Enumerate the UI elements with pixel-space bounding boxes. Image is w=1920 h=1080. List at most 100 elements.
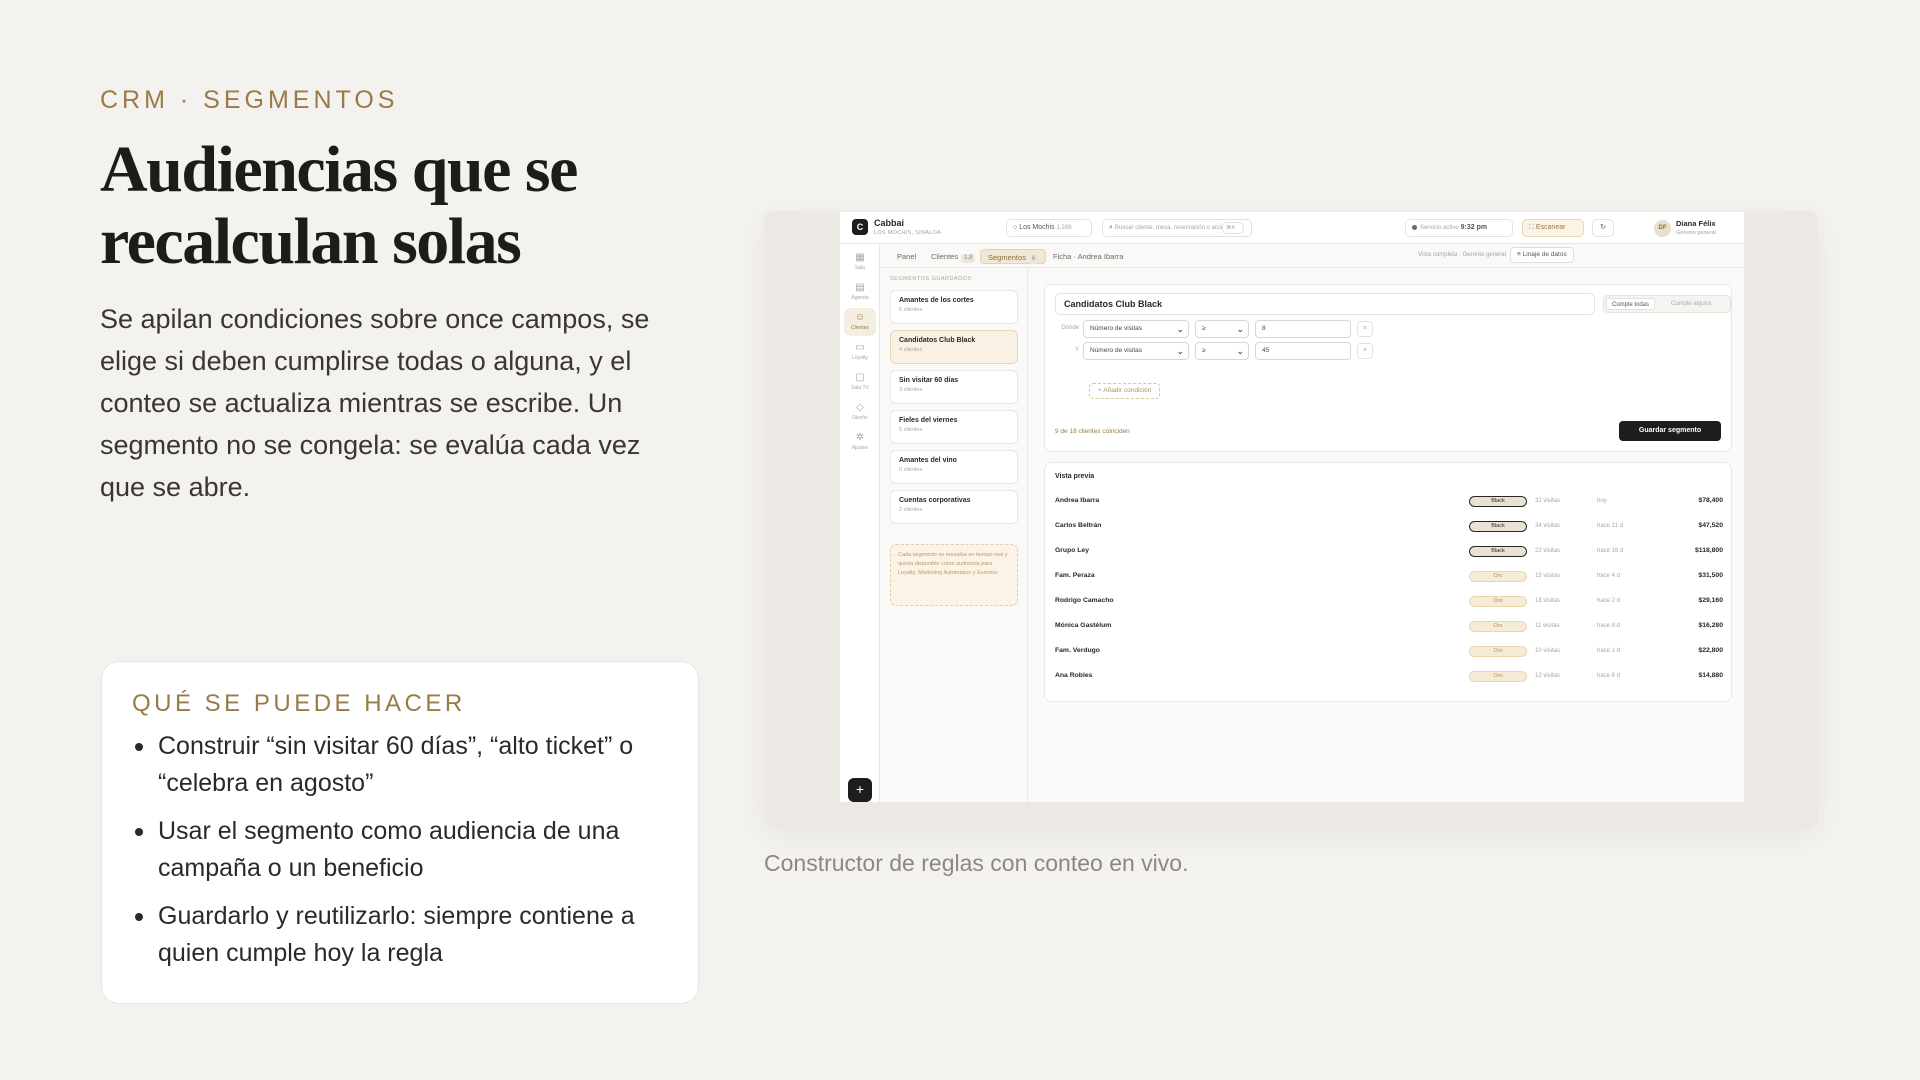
table-row[interactable]: Andrea Ibarra Black 32 visitas hoy $78,4… xyxy=(1055,491,1723,511)
visit-count: 11 visitas xyxy=(1535,623,1560,629)
lineage-icon: ≡ xyxy=(1517,251,1521,258)
last-visit: hace 11 d xyxy=(1597,523,1623,529)
rail-item-sala[interactable]: ▦ Sala xyxy=(844,248,876,276)
lineage-label: Linaje de datos xyxy=(1522,251,1567,258)
tier-badge: Oro xyxy=(1469,571,1527,582)
value-input[interactable]: 8 xyxy=(1255,320,1351,338)
service-status: Servicio activo 9:32 pm xyxy=(1405,219,1513,237)
preview-title: Vista previa xyxy=(1055,473,1095,480)
monitor-icon: ▢ xyxy=(855,372,865,383)
visit-count: 22 visitas xyxy=(1535,548,1561,554)
field-value: Número de visitas xyxy=(1090,347,1143,354)
tab-clientes[interactable]: Clientes 1,8 xyxy=(924,249,982,264)
tier-badge: Oro xyxy=(1469,671,1527,682)
scan-button[interactable]: ⛶ Escanear xyxy=(1522,219,1584,237)
table-row[interactable]: Fam. Verdugo Oro 10 visitas hace 1 d $22… xyxy=(1055,641,1723,661)
rail-label: Ajustes xyxy=(851,445,869,451)
list-item: Guardarlo y reutilizarlo: siempre contie… xyxy=(132,898,668,972)
tier-badge: Oro xyxy=(1469,596,1527,607)
nav-rail: ▦ Sala ▤ Agenda ☺ Clientes ▭ Loyalty ▢ S… xyxy=(840,244,880,802)
location-selector[interactable]: ○ Los Mochis 1,289 xyxy=(1006,219,1092,237)
segment-name: Candidatos Club Black xyxy=(899,337,976,344)
operator-select[interactable]: ≥ ⌄ xyxy=(1195,320,1249,338)
spend-amount: $47,520 xyxy=(1698,522,1723,529)
screenshot-caption: Constructor de reglas con conteo en vivo… xyxy=(764,850,1189,876)
table-row[interactable]: Fam. Peraza Oro 15 visitas hace 4 d $31,… xyxy=(1055,566,1723,586)
condition-label: Donde xyxy=(1061,325,1079,331)
segment-item[interactable]: Amantes de los cortes 6 clientes xyxy=(890,290,1018,324)
app-logo[interactable]: C xyxy=(852,219,868,235)
visit-count: 10 visitas xyxy=(1535,648,1561,654)
rail-label: Loyalty xyxy=(852,355,868,361)
close-icon: × xyxy=(1362,325,1368,332)
avatar[interactable]: DF xyxy=(1654,220,1671,237)
add-button[interactable]: + xyxy=(848,778,872,802)
segment-item[interactable]: Sin visitar 60 días 3 clientes xyxy=(890,370,1018,404)
segment-item[interactable]: Cuentas corporativas 2 clientes xyxy=(890,490,1018,524)
match-all-option[interactable]: Cumple todas xyxy=(1606,298,1656,310)
table-row[interactable]: Mónica Gastélum Oro 11 visitas hace 8 d … xyxy=(1055,616,1723,636)
remove-condition-button[interactable]: × xyxy=(1357,321,1373,337)
segment-item[interactable]: Fieles del viernes 5 clientes xyxy=(890,410,1018,444)
user-role: Gerente general xyxy=(1676,230,1716,236)
refresh-button[interactable]: ↻ xyxy=(1592,219,1614,237)
rule-builder: Candidatos Club Black Cumple todas Cumpl… xyxy=(1044,284,1732,452)
add-condition-button[interactable]: + Añadir condición xyxy=(1089,383,1161,399)
chevron-down-icon: ⌄ xyxy=(1176,346,1184,356)
table-row[interactable]: Ana Robles Oro 12 visitas hace 6 d $14,8… xyxy=(1055,666,1723,686)
table-row[interactable]: Carlos Beltrán Black 34 visitas hace 11 … xyxy=(1055,516,1723,536)
count-badge: 6 xyxy=(1028,255,1039,264)
client-name: Carlos Beltrán xyxy=(1055,522,1102,529)
condition-label: Y xyxy=(1074,347,1079,353)
visit-count: 15 visitas xyxy=(1535,573,1561,579)
page-title: Audiencias que se recalculan solas xyxy=(100,133,578,278)
last-visit: hace 2 d xyxy=(1597,598,1621,604)
tier-badge: Oro xyxy=(1469,621,1527,632)
rail-label: Diseño xyxy=(852,415,868,421)
rail-item-ajustes[interactable]: ✲ Ajustes xyxy=(844,428,876,456)
location-pin-icon: ○ xyxy=(1013,224,1018,231)
capabilities-list: Construir “sin visitar 60 días”, “alto t… xyxy=(132,728,668,972)
table-row[interactable]: Grupo Ley Black 22 visitas hace 16 d $11… xyxy=(1055,541,1723,561)
visit-count: 12 visitas xyxy=(1535,673,1561,679)
tab-segmentos[interactable]: Segmentos 6 xyxy=(980,249,1047,264)
brand-name: Cabbai xyxy=(874,218,905,228)
spend-amount: $22,800 xyxy=(1698,647,1723,654)
rail-item-loyalty[interactable]: ▭ Loyalty xyxy=(844,338,876,366)
tier-badge: Black xyxy=(1469,546,1527,557)
rail-item-agenda[interactable]: ▤ Agenda xyxy=(844,278,876,306)
field-select[interactable]: Número de visitas ⌄ xyxy=(1083,320,1189,338)
segment-info-note: Cada segmento se reevalúa en tiempo real… xyxy=(890,544,1018,606)
grid-icon: ▦ xyxy=(855,252,865,263)
rail-item-sala-tv[interactable]: ▢ Sala TV xyxy=(844,368,876,396)
operator-select[interactable]: ≥ ⌄ xyxy=(1195,342,1249,360)
rail-item-clientes[interactable]: ☺ Clientes xyxy=(844,308,876,336)
segment-count: 6 clientes xyxy=(899,307,923,313)
rail-item-diseno[interactable]: ◇ Diseño xyxy=(844,398,876,426)
tab-panel[interactable]: Panel xyxy=(890,249,923,264)
search-icon: ⌕ xyxy=(1109,224,1113,231)
shapes-icon: ◇ xyxy=(856,402,864,413)
match-mode-toggle[interactable]: Cumple todas Cumple alguna xyxy=(1603,295,1731,313)
visit-count: 32 visitas xyxy=(1535,498,1561,504)
match-any-option[interactable]: Cumple alguna xyxy=(1666,298,1716,310)
segment-item[interactable]: Amantes del vino 0 clientes xyxy=(890,450,1018,484)
field-select[interactable]: Número de visitas ⌄ xyxy=(1083,342,1189,360)
spend-amount: $118,800 xyxy=(1695,547,1723,554)
tab-ficha[interactable]: Ficha · Andrea Ibarra xyxy=(1046,249,1130,264)
tier-badge: Black xyxy=(1469,521,1527,532)
value-input[interactable]: 45 xyxy=(1255,342,1351,360)
remove-condition-button[interactable]: × xyxy=(1357,343,1373,359)
save-segment-button[interactable]: Guardar segmento xyxy=(1619,421,1721,441)
lineage-button[interactable]: ≡ Linaje de datos xyxy=(1510,247,1574,263)
spend-amount: $14,880 xyxy=(1698,672,1723,679)
segment-item-active[interactable]: Candidatos Club Black 4 clientes xyxy=(890,330,1018,364)
rail-label: Sala TV xyxy=(851,385,869,391)
capabilities-card: QUÉ SE PUEDE HACER Construir “sin visita… xyxy=(101,661,699,1004)
chevron-down-icon: ⌄ xyxy=(1236,346,1244,356)
spend-amount: $78,400 xyxy=(1698,497,1723,504)
visit-count: 34 visitas xyxy=(1535,523,1561,529)
table-row[interactable]: Rodrigo Camacho Oro 18 visitas hace 2 d … xyxy=(1055,591,1723,611)
segment-count: 3 clientes xyxy=(899,387,923,393)
segment-name-input[interactable]: Candidatos Club Black xyxy=(1055,293,1595,315)
